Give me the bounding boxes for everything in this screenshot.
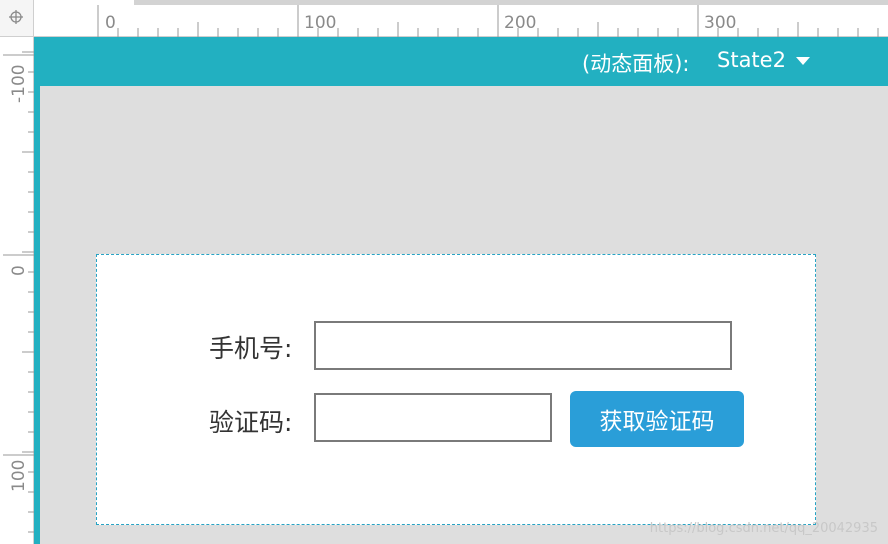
ruler-label: 300 xyxy=(704,13,736,33)
ruler-label: 200 xyxy=(504,13,536,33)
crosshair-icon xyxy=(9,10,23,24)
code-input[interactable] xyxy=(314,393,552,442)
ruler-label: 0 xyxy=(105,13,116,33)
dynamic-panel-title: (动态面板): xyxy=(582,52,690,76)
get-code-button[interactable]: 获取验证码 xyxy=(570,391,744,447)
ruler-label: -100 xyxy=(9,64,29,103)
panel-state-dropdown[interactable]: State2 xyxy=(717,48,810,72)
watermark: https://blog.csdn.net/qq_20042935 xyxy=(649,521,878,536)
dynamic-panel-bar: (动态面板): State2 xyxy=(34,37,888,86)
panel-state-value: State2 xyxy=(717,48,786,72)
ruler-label: 0 xyxy=(9,265,29,276)
dynamic-panel-state[interactable]: 手机号: 验证码: 获取验证码 xyxy=(96,254,816,525)
ruler-label: 100 xyxy=(304,13,336,33)
vertical-ruler: -100 0 100 xyxy=(0,37,34,544)
horizontal-ruler: 0 100 200 300 xyxy=(34,0,888,37)
phone-label: 手机号: xyxy=(209,334,293,363)
phone-input[interactable] xyxy=(314,321,732,370)
ruler-corner xyxy=(0,0,34,37)
ruler-label: 100 xyxy=(9,460,29,492)
design-canvas[interactable]: (动态面板): State2 手机号: 验证码: 获取验证码 https://b… xyxy=(34,37,888,544)
panel-edge xyxy=(34,37,40,544)
chevron-down-icon xyxy=(795,57,810,65)
code-label: 验证码: xyxy=(209,408,293,437)
